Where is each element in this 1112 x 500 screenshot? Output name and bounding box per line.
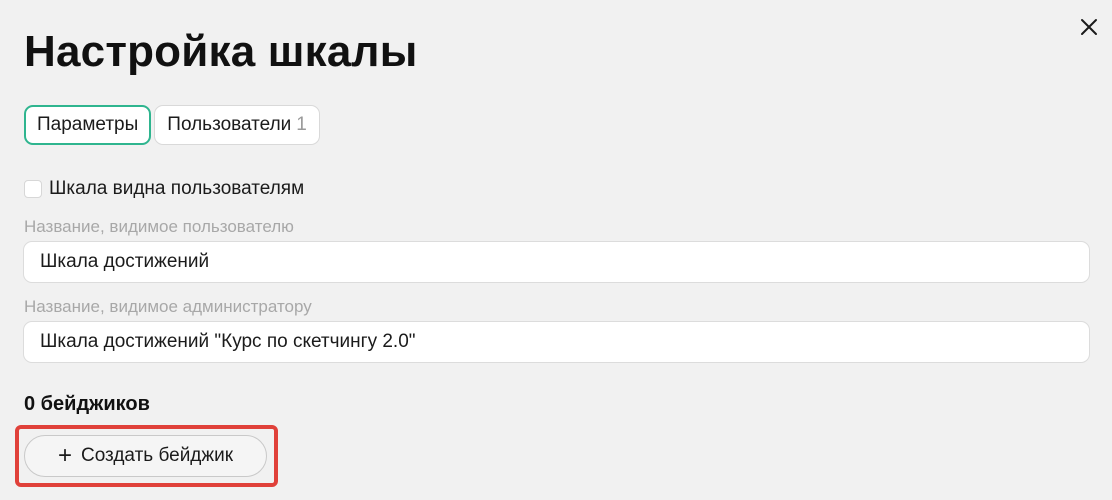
visibility-checkbox[interactable] <box>24 180 42 198</box>
tab-count-badge: 1 <box>296 114 307 135</box>
visibility-checkbox-label: Шкала видна пользователям <box>49 178 305 199</box>
tab-label: Параметры <box>37 114 139 135</box>
dialog-title: Настройка шкалы <box>24 27 418 76</box>
tab-users[interactable]: Пользователи 1 <box>154 105 320 145</box>
plus-icon: + <box>57 442 72 469</box>
tab-bar: Параметры Пользователи 1 <box>24 105 320 145</box>
create-badge-button[interactable]: + Создать бейджик <box>24 435 267 477</box>
admin-name-input[interactable]: Шкала достижений "Курс по скетчингу 2.0" <box>23 321 1090 363</box>
badges-count-heading: 0 бейджиков <box>24 393 150 415</box>
close-button[interactable] <box>1076 14 1102 40</box>
tab-parameters[interactable]: Параметры <box>24 105 152 145</box>
user-name-value: Шкала достижений <box>40 251 210 272</box>
admin-name-label: Название, видимое администратору <box>24 297 312 316</box>
tab-label: Пользователи <box>167 114 292 135</box>
close-icon <box>1081 19 1097 35</box>
visibility-checkbox-row[interactable]: Шкала видна пользователям <box>24 178 304 200</box>
admin-name-value: Шкала достижений "Курс по скетчингу 2.0" <box>40 331 416 352</box>
user-name-label: Название, видимое пользователю <box>24 217 294 236</box>
user-name-input[interactable]: Шкала достижений <box>23 241 1090 283</box>
scale-settings-dialog: Настройка шкалы Параметры Пользователи 1… <box>0 0 1112 500</box>
create-badge-label: Создать бейджик <box>80 445 234 466</box>
